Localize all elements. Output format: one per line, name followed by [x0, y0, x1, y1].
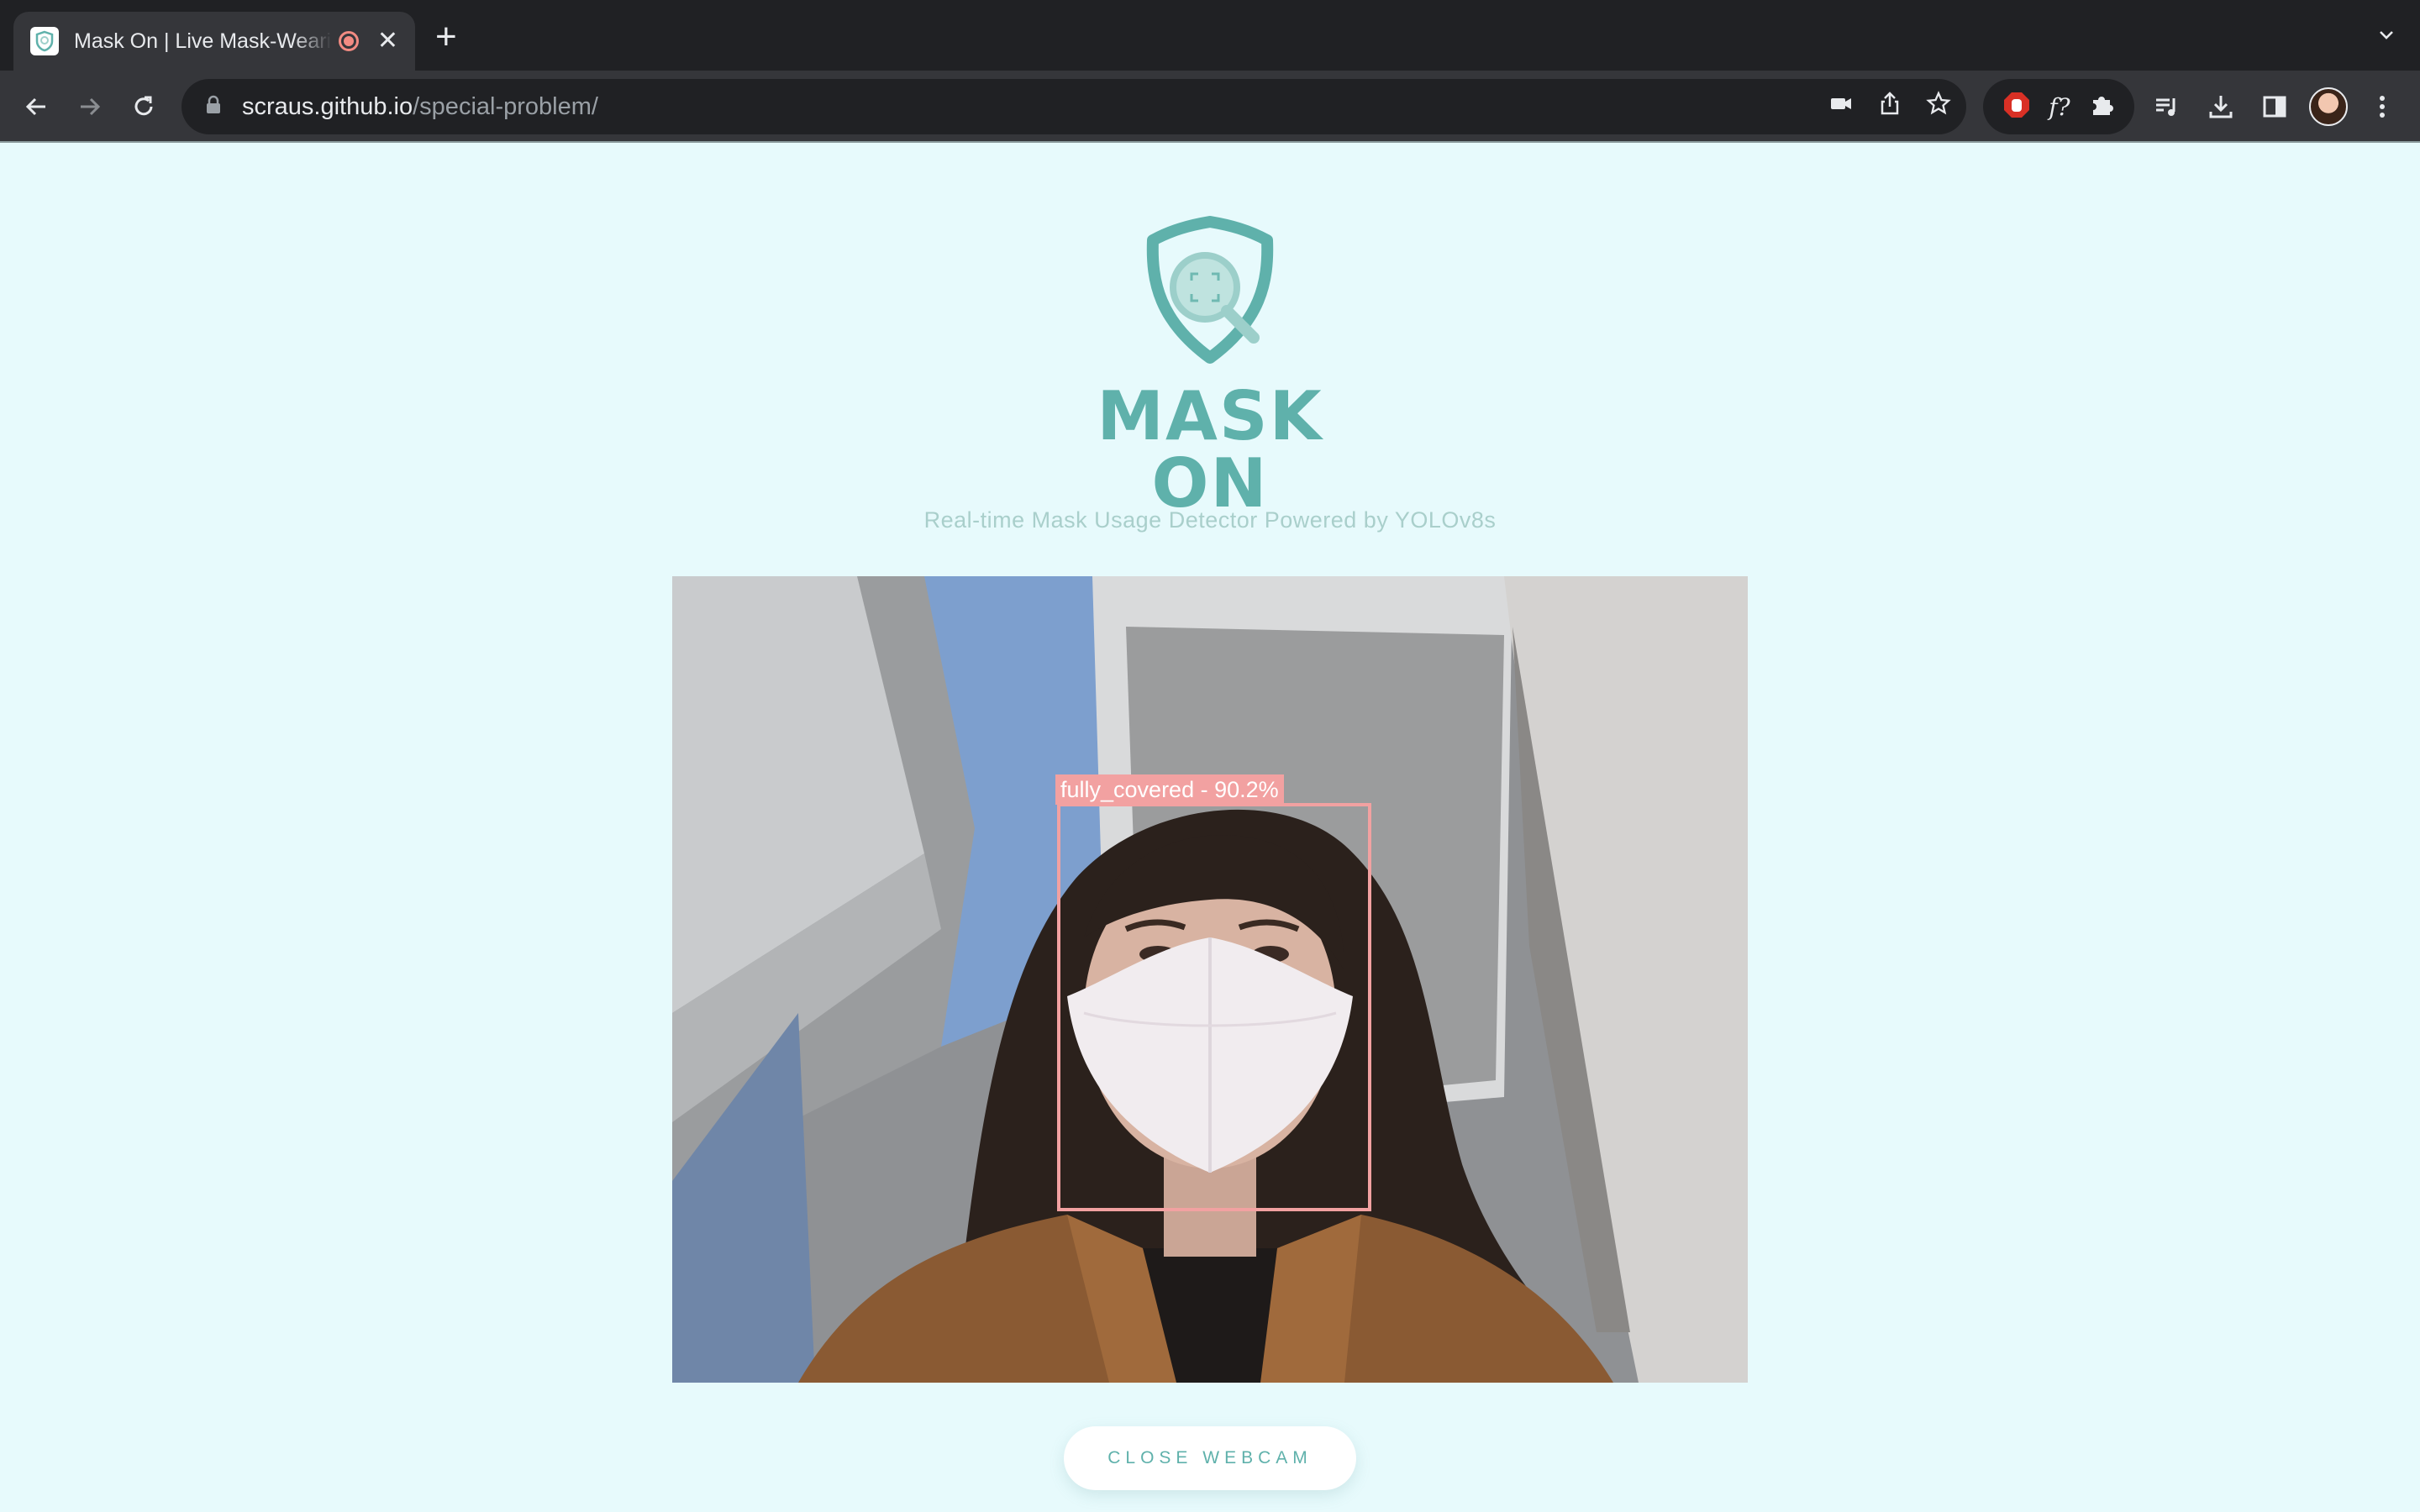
url-host: scraus.github.io	[242, 92, 413, 120]
kebab-menu-icon[interactable]	[2363, 87, 2402, 126]
url-path: /special-problem/	[413, 92, 598, 120]
reload-icon[interactable]	[124, 87, 163, 126]
recording-icon	[338, 31, 359, 51]
browser-tab-strip: Mask On | Live Mask-Wearing Detector ✕ +	[0, 0, 2420, 71]
puzzle-icon[interactable]	[2088, 92, 2115, 123]
formula-icon[interactable]: f?	[2049, 93, 2070, 121]
share-icon[interactable]	[1877, 91, 1902, 120]
download-icon[interactable]	[2202, 87, 2240, 126]
tagline: Real-time Mask Usage Detector Powered by…	[923, 507, 1497, 533]
chevron-down-icon[interactable]	[2376, 25, 2396, 50]
side-panel-icon[interactable]	[2255, 87, 2294, 126]
avatar-button[interactable]	[2309, 87, 2348, 126]
tab-title: Mask On | Live Mask-Wearing Detector	[74, 29, 332, 53]
detection-bounding-box	[1057, 803, 1371, 1211]
star-icon[interactable]	[1926, 91, 1951, 120]
adblock-icon[interactable]	[2002, 91, 2031, 123]
toolbar-divider	[0, 141, 2420, 143]
browser-tab[interactable]: Mask On | Live Mask-Wearing Detector ✕	[13, 12, 415, 71]
url-text: scraus.github.io/special-problem/	[242, 93, 598, 121]
logo-shield-icon	[1138, 215, 1282, 370]
forward-icon[interactable]	[71, 87, 109, 126]
webcam-feed: fully_covered - 90.2%	[672, 576, 1748, 1383]
extensions-group: f?	[1983, 79, 2134, 134]
close-webcam-button[interactable]: CLOSE WEBCAM	[1064, 1426, 1356, 1490]
address-bar-actions	[1828, 91, 1951, 120]
close-icon[interactable]: ✕	[377, 29, 398, 54]
back-icon[interactable]	[17, 87, 55, 126]
new-tab-icon[interactable]: +	[435, 18, 457, 55]
browser-toolbar: scraus.github.io/special-problem/ f?	[0, 71, 2420, 143]
avatar	[2309, 87, 2348, 126]
media-queue-icon[interactable]	[2148, 87, 2186, 126]
address-bar[interactable]: scraus.github.io/special-problem/	[182, 79, 1966, 134]
shield-icon	[30, 27, 59, 55]
lock-icon[interactable]	[205, 95, 222, 119]
camera-icon[interactable]	[1828, 91, 1854, 120]
detection-label: fully_covered - 90.2%	[1055, 774, 1284, 805]
logo-text: MASK ON	[1097, 377, 1323, 522]
